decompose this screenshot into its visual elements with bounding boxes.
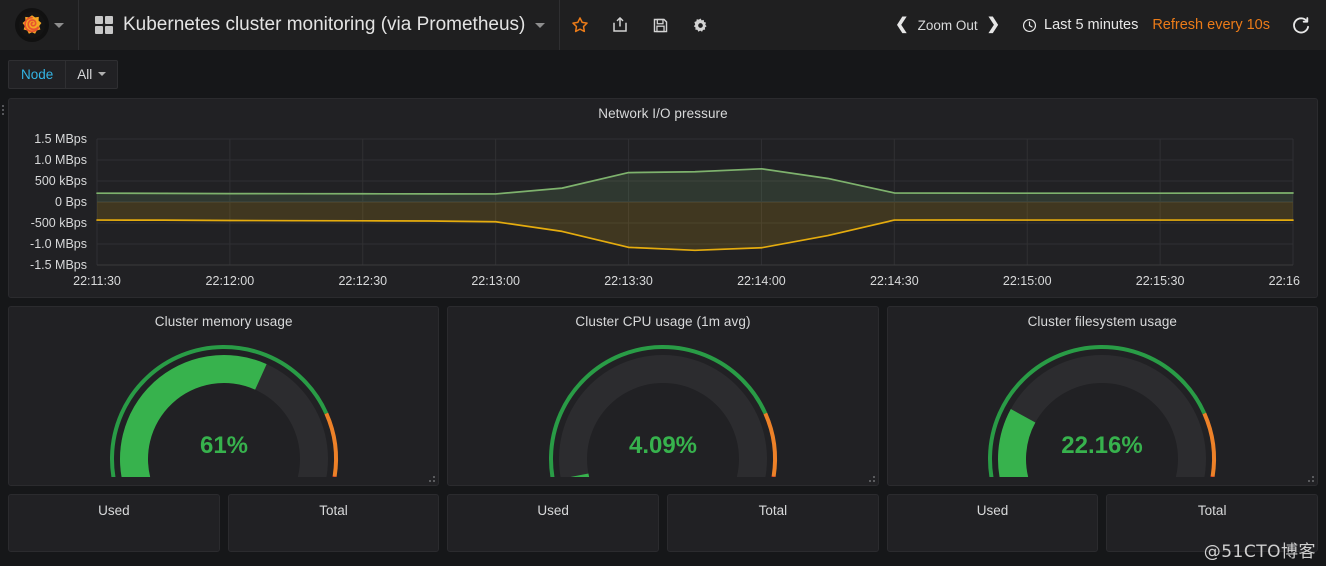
panel-title-memory: Cluster memory usage (154, 314, 293, 329)
panel-cluster-cpu-usage: Cluster CPU usage (1m avg) 4.09% (447, 306, 879, 486)
dashboard-row-stats: Used Total Used Total Used Total (8, 494, 1319, 552)
template-variable-node: Node All (8, 59, 119, 89)
refresh-icon[interactable] (1280, 0, 1320, 50)
brand-home-button[interactable] (0, 0, 78, 50)
save-icon[interactable] (640, 0, 680, 50)
chevron-down-icon (98, 72, 107, 76)
svg-text:22:15:00: 22:15:00 (1003, 274, 1052, 288)
panel-memory-total: Total (227, 494, 440, 552)
svg-text:61%: 61% (200, 432, 248, 459)
dashboard-row-graph: Network I/O pressure 1.5 MBps 1.0 MBps 500… (2, 98, 1318, 298)
zoom-out-label: Zoom Out (917, 17, 978, 33)
page-title: Kubernetes cluster monitoring (via Prome… (123, 14, 526, 35)
panel-title-cpu: Cluster CPU usage (1m avg) (575, 314, 751, 329)
svg-text:22.16%: 22.16% (1062, 432, 1143, 459)
dashboard-body: Network I/O pressure 1.5 MBps 1.0 MBps 500… (0, 98, 1326, 552)
stat-title-memory-total: Total (319, 503, 348, 518)
panel-filesystem-used: Used (886, 494, 1099, 552)
svg-text:22:16:00: 22:16:00 (1269, 274, 1301, 288)
svg-text:22:15:30: 22:15:30 (1136, 274, 1185, 288)
refresh-interval-label[interactable]: Refresh every 10s (1146, 17, 1280, 33)
stat-title-cpu-total: Total (758, 503, 788, 518)
variable-select-node[interactable]: All (65, 59, 119, 89)
panel-cluster-memory-usage: Cluster memory usage 61% (8, 306, 440, 486)
panel-title-filesystem: Cluster filesystem usage (1027, 314, 1178, 329)
gauge-cpu: 4.09% (448, 333, 877, 481)
navbar-right-controls: ❮ Zoom Out ❯ Last 5 minutes Refresh ever… (885, 0, 1326, 50)
svg-text:22:12:00: 22:12:00 (206, 274, 255, 288)
gauge-filesystem: 22.16% (888, 333, 1317, 481)
brand-caret-down-icon[interactable] (53, 22, 64, 28)
panel-cluster-filesystem-usage: Cluster filesystem usage 22.16% (886, 306, 1318, 486)
variable-label-node: Node (8, 59, 66, 89)
svg-text:22:13:30: 22:13:30 (604, 274, 653, 288)
chevron-left-icon[interactable]: ❮ (895, 17, 908, 33)
dashboard-caret-down-icon[interactable] (535, 22, 546, 28)
grafana-logo-icon[interactable] (14, 8, 49, 42)
network-io-chart: 1.5 MBps 1.0 MBps 500 kBps 0 Bps -500 kBps -1… (30, 132, 1301, 288)
panel-resize-handle[interactable] (1305, 473, 1314, 482)
zoom-out-control[interactable]: ❮ Zoom Out ❯ (885, 17, 1010, 33)
gauge-memory: 61% (9, 333, 438, 481)
panel-cpu-total: Total (667, 494, 879, 552)
svg-text:1.5 MBps: 1.5 MBps (34, 132, 87, 146)
dashboard-row-gauges: Cluster memory usage 61% Cluster CPU usa… (8, 306, 1318, 486)
svg-text:22:11:30: 22:11:30 (73, 274, 121, 288)
svg-text:-1.0 MBps: -1.0 MBps (30, 237, 87, 251)
variable-value-node: All (77, 66, 93, 82)
stat-title-filesystem-total: Total (1197, 503, 1227, 518)
dashboard-grid-icon (95, 16, 113, 34)
chevron-right-icon[interactable]: ❯ (987, 17, 1000, 33)
top-navbar: Kubernetes cluster monitoring (via Prome… (0, 0, 1326, 50)
dashboard-submenu: Node All (0, 50, 1326, 98)
svg-text:500 kBps: 500 kBps (35, 174, 87, 188)
clock-icon (1022, 18, 1037, 32)
share-icon[interactable] (600, 0, 640, 50)
panel-resize-handle[interactable] (866, 473, 875, 482)
panel-title-network-io: Network I/O pressure (598, 106, 728, 121)
svg-text:22:13:00: 22:13:00 (471, 274, 520, 288)
svg-text:22:14:30: 22:14:30 (870, 274, 919, 288)
svg-text:-500 kBps: -500 kBps (31, 216, 87, 230)
stat-title-memory-used: Used (98, 503, 130, 518)
svg-text:0 Bps: 0 Bps (55, 195, 87, 209)
gear-icon[interactable] (680, 0, 720, 50)
panel-resize-handle[interactable] (426, 473, 436, 482)
svg-text:-1.5 MBps: -1.5 MBps (30, 258, 87, 272)
stat-title-cpu-used: Used (537, 503, 569, 518)
svg-text:4.09%: 4.09% (629, 432, 697, 459)
svg-text:22:14:00: 22:14:00 (737, 274, 786, 288)
dashboard-title-block[interactable]: Kubernetes cluster monitoring (via Prome… (79, 0, 559, 50)
panel-memory-used: Used (8, 494, 220, 552)
svg-text:22:12:30: 22:12:30 (338, 274, 387, 288)
panel-drag-handle[interactable] (2, 105, 7, 115)
svg-text:1.0 MBps: 1.0 MBps (34, 153, 87, 167)
panel-cpu-used: Used (447, 494, 660, 552)
time-range-label: Last 5 minutes (1044, 17, 1139, 33)
time-range-picker[interactable]: Last 5 minutes (1010, 17, 1146, 33)
stat-title-filesystem-used: Used (976, 503, 1009, 518)
star-icon[interactable] (560, 0, 600, 50)
panel-network-io-pressure: Network I/O pressure 1.5 MBps 1.0 MBps 500… (2, 98, 1318, 298)
panel-filesystem-total: Total (1106, 494, 1319, 552)
graph-plot-area[interactable]: 1.5 MBps 1.0 MBps 500 kBps 0 Bps -500 kBps -1… (9, 125, 1317, 293)
